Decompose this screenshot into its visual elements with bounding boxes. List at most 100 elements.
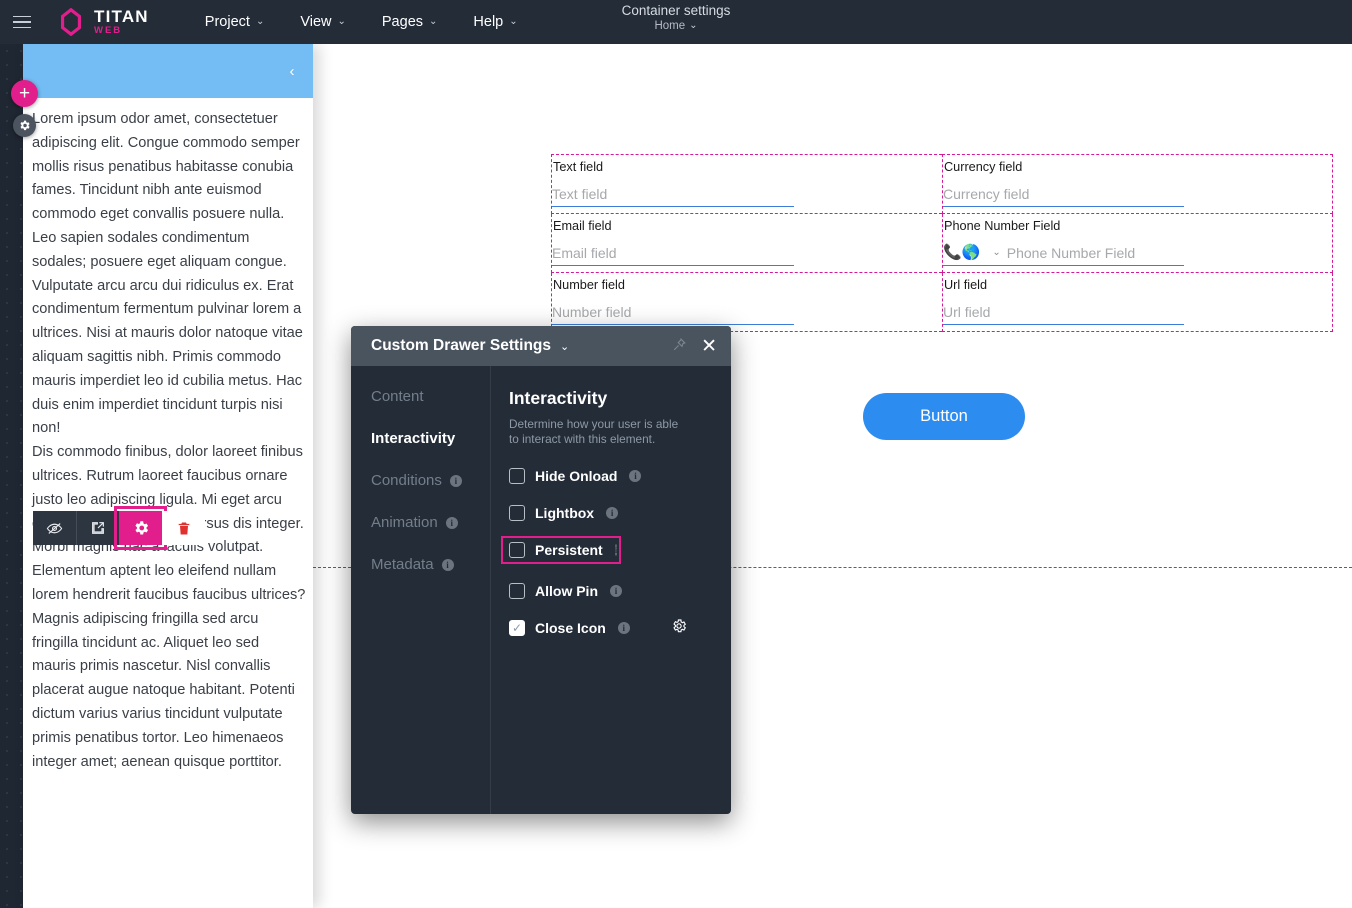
checkbox-hide-onload[interactable]	[509, 468, 525, 484]
menu-item-view[interactable]: View ⌄	[300, 14, 346, 30]
dialog-tab-list: Content Interactivity Conditions i Anima…	[351, 366, 491, 814]
option-hide-onload[interactable]: Hide Onload i	[509, 468, 713, 484]
tab-label: Content	[371, 388, 424, 405]
info-icon[interactable]: i	[610, 585, 622, 597]
dialog-title: Custom Drawer Settings	[371, 337, 551, 355]
drawer-body: Lorem ipsum odor amet, consectetuer adip…	[23, 98, 313, 774]
checkbox-allow-pin[interactable]	[509, 583, 525, 599]
number-field-input[interactable]: Number field	[552, 303, 794, 325]
info-icon[interactable]: i	[629, 470, 641, 482]
chevron-down-icon: ⌄	[689, 21, 697, 31]
currency-field-input[interactable]: Currency field	[943, 185, 1184, 207]
tab-label: Interactivity	[371, 430, 455, 447]
url-field-input[interactable]: Url field	[943, 303, 1184, 325]
custom-drawer-panel: ‹ Lorem ipsum odor amet, consectetuer ad…	[23, 44, 313, 908]
option-label: Lightbox	[535, 505, 594, 521]
text-field-input[interactable]: Text field	[552, 185, 794, 207]
chevron-down-icon[interactable]: ⌄	[560, 340, 569, 353]
option-label: Close Icon	[535, 620, 606, 636]
info-icon[interactable]: i	[618, 622, 630, 634]
hide-icon[interactable]	[33, 511, 76, 545]
menu-label: Help	[473, 14, 503, 30]
form-cell-email-field[interactable]: Email field Email field	[551, 214, 942, 273]
phone-globe-icon: 📞🌎	[943, 245, 980, 260]
menu-item-pages[interactable]: Pages ⌄	[382, 14, 438, 30]
panel-description: Determine how your user is able to inter…	[509, 417, 687, 447]
form-cell-phone-field[interactable]: Phone Number Field 📞🌎 ⌄ Phone Number Fie…	[942, 214, 1333, 273]
brand-subname: WEB	[94, 26, 149, 36]
chevron-down-icon[interactable]: ⌄	[992, 247, 1000, 258]
field-label: Url field	[944, 277, 1332, 293]
tab-label: Metadata	[371, 556, 434, 573]
custom-drawer-settings-dialog: Custom Drawer Settings ⌄ ✕ Content Inter…	[351, 326, 731, 814]
tab-label: Animation	[371, 514, 438, 531]
info-icon[interactable]: i	[442, 559, 454, 571]
close-icon[interactable]: ✕	[701, 337, 717, 356]
option-label: Allow Pin	[535, 583, 598, 599]
form-row: Number field Number field Url field Url …	[551, 273, 1333, 332]
canvas-form-grid: Text field Text field Currency field Cur…	[551, 154, 1333, 332]
form-row: Email field Email field Phone Number Fie…	[551, 214, 1333, 273]
field-label: Number field	[553, 277, 942, 293]
option-lightbox[interactable]: Lightbox i	[509, 505, 713, 521]
delete-trash-icon[interactable]	[162, 511, 205, 545]
element-hover-toolbar	[33, 511, 205, 545]
option-close-icon[interactable]: ✓ Close Icon i	[509, 620, 713, 636]
chevron-down-icon: ⌄	[429, 17, 437, 27]
menu-label: Pages	[382, 14, 423, 30]
option-allow-pin[interactable]: Allow Pin i	[509, 583, 713, 599]
tab-label: Conditions	[371, 472, 442, 489]
titan-logo-icon	[56, 7, 86, 37]
drawer-settings-gear-icon[interactable]	[13, 114, 36, 137]
hamburger-menu-icon[interactable]	[0, 0, 44, 44]
info-icon[interactable]: i	[606, 507, 618, 519]
phone-field-input[interactable]: 📞🌎 ⌄ Phone Number Field	[943, 244, 1184, 266]
menu-label: View	[300, 14, 331, 30]
open-external-icon[interactable]	[76, 511, 119, 545]
chevron-down-icon: ⌄	[509, 17, 517, 27]
tab-content[interactable]: Content	[371, 388, 490, 405]
info-icon[interactable]: i	[615, 544, 618, 556]
form-row: Text field Text field Currency field Cur…	[551, 154, 1333, 214]
chevron-down-icon: ⌄	[338, 17, 346, 27]
tab-interactivity[interactable]: Interactivity	[371, 430, 490, 447]
top-navigation-bar: TITAN WEB Project ⌄ View ⌄ Pages ⌄ Help …	[0, 0, 1352, 44]
close-icon-settings-gear-icon[interactable]	[671, 618, 687, 638]
panel-heading: Interactivity	[509, 388, 713, 409]
checkbox-close-icon[interactable]: ✓	[509, 620, 525, 636]
menu-item-project[interactable]: Project ⌄	[205, 14, 265, 30]
container-settings-page-selector[interactable]: Home ⌄	[622, 20, 731, 32]
option-label: Hide Onload	[535, 468, 617, 484]
add-element-icon[interactable]: +	[11, 80, 38, 107]
container-settings-title: Container settings	[622, 3, 731, 18]
drawer-collapse-icon[interactable]: ‹	[281, 60, 303, 82]
checkbox-lightbox[interactable]	[509, 505, 525, 521]
field-label: Text field	[553, 159, 942, 175]
field-label: Email field	[553, 218, 942, 234]
container-settings-indicator: Container settings Home ⌄	[622, 3, 731, 32]
tab-animation[interactable]: Animation i	[371, 514, 490, 531]
info-icon[interactable]: i	[450, 475, 462, 487]
form-cell-currency-field[interactable]: Currency field Currency field	[942, 154, 1333, 214]
element-settings-gear-icon[interactable]	[119, 511, 162, 545]
menu-label: Project	[205, 14, 250, 30]
canvas-button-element[interactable]: Button	[863, 393, 1025, 440]
tab-metadata[interactable]: Metadata i	[371, 556, 490, 573]
brand-logo[interactable]: TITAN WEB	[56, 7, 149, 37]
form-cell-number-field[interactable]: Number field Number field	[551, 273, 942, 332]
checkbox-persistent[interactable]	[509, 542, 525, 558]
brand-name: TITAN	[94, 8, 149, 25]
tab-conditions[interactable]: Conditions i	[371, 472, 490, 489]
drawer-header: ‹	[23, 44, 313, 98]
option-persistent[interactable]: Persistent i	[503, 538, 619, 562]
option-label: Persistent	[535, 542, 603, 558]
current-page-label: Home	[654, 20, 685, 32]
menu-item-help[interactable]: Help ⌄	[473, 14, 517, 30]
dialog-panel-interactivity: Interactivity Determine how your user is…	[491, 366, 731, 814]
pin-icon[interactable]	[672, 337, 687, 355]
form-cell-url-field[interactable]: Url field Url field	[942, 273, 1333, 332]
email-field-input[interactable]: Email field	[552, 244, 794, 266]
form-cell-text-field[interactable]: Text field Text field	[551, 154, 942, 214]
field-label: Phone Number Field	[944, 218, 1332, 234]
info-icon[interactable]: i	[446, 517, 458, 529]
